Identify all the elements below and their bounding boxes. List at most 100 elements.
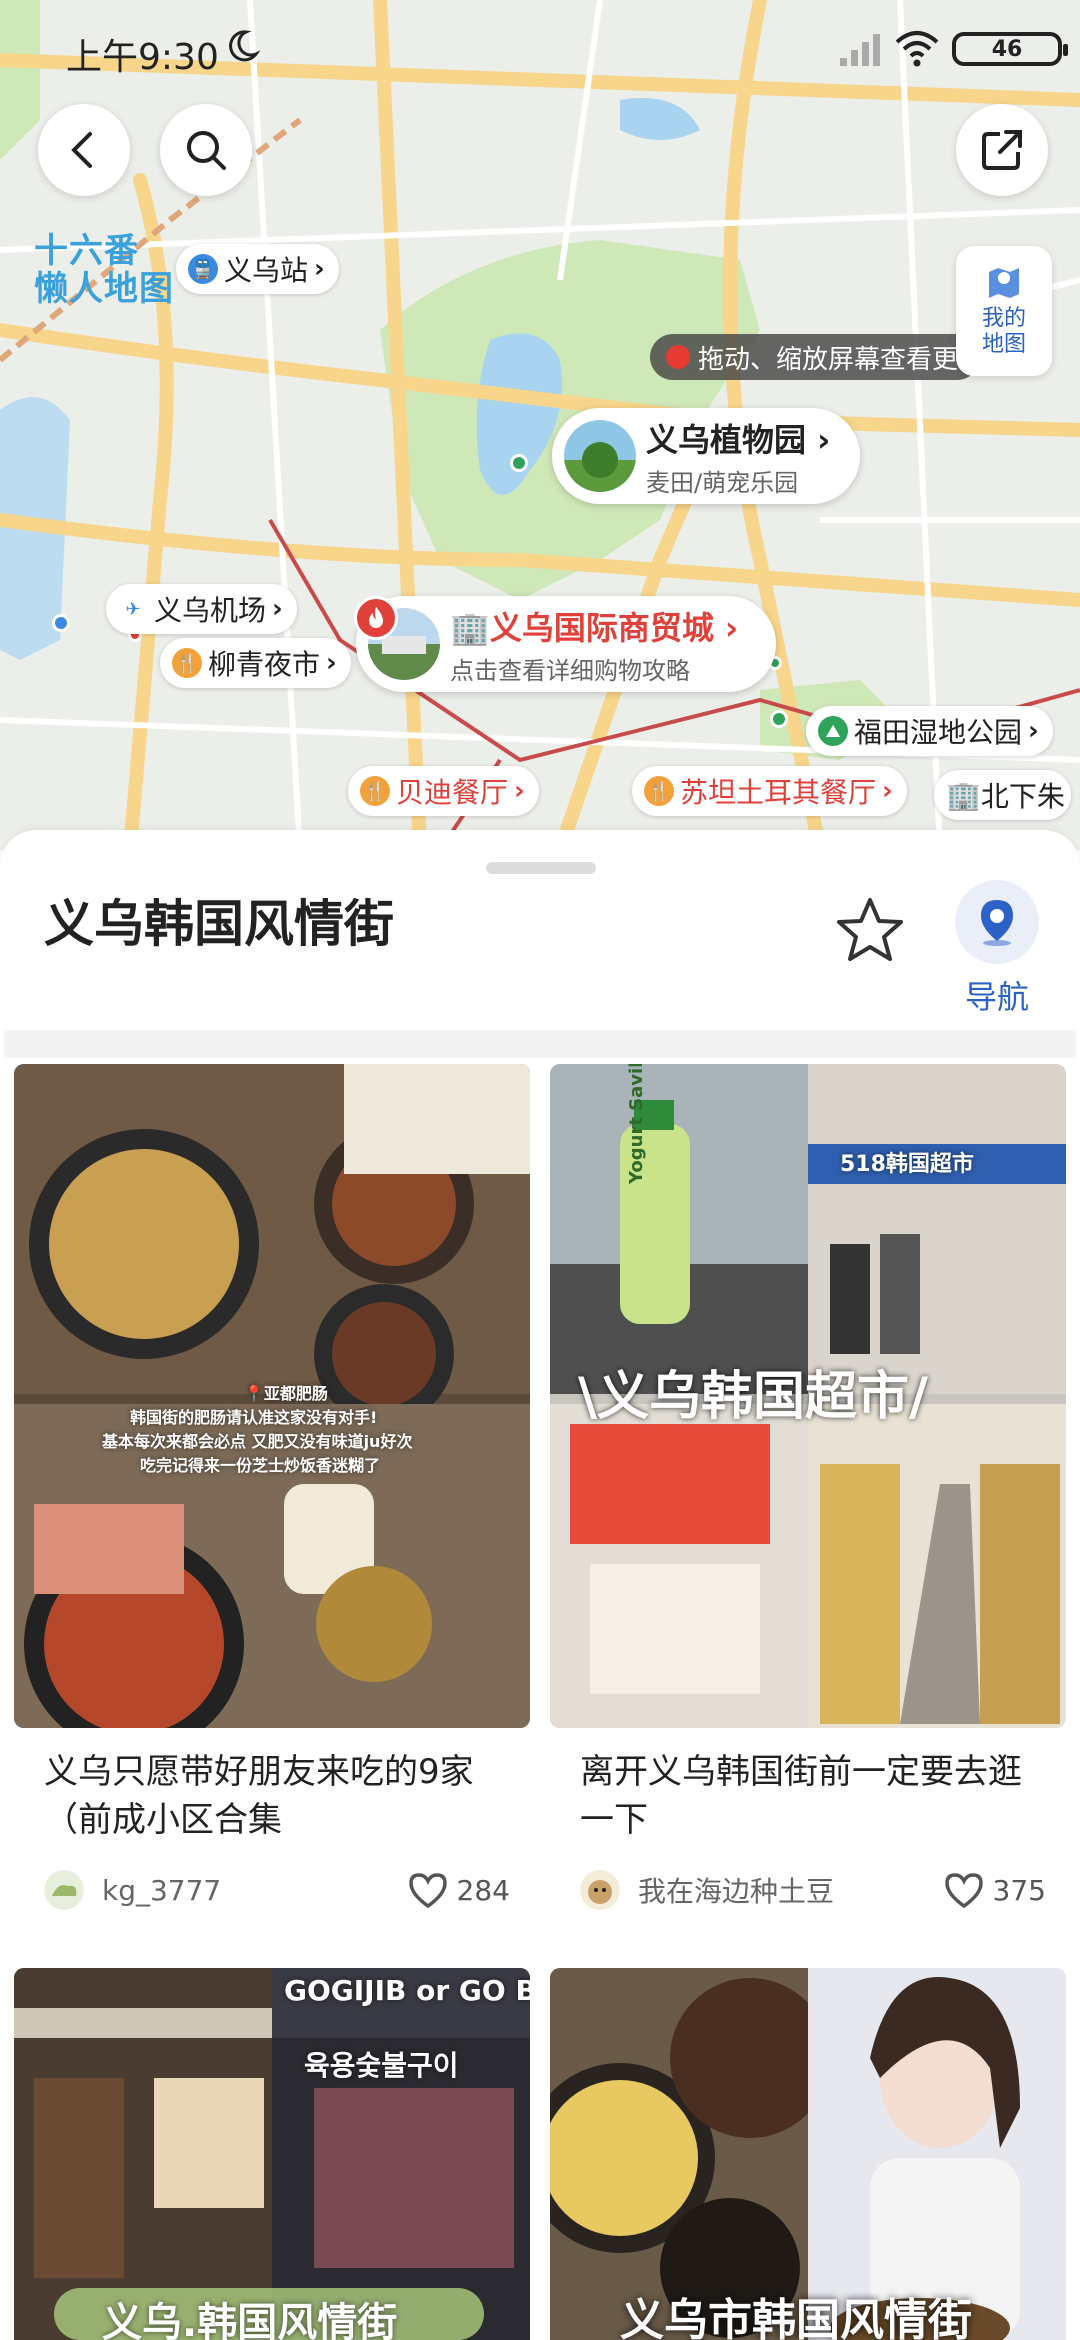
post-image: GOGIJIB or GO BB 육용숯불구이 义乌.韩国风情街 <box>14 1968 530 2340</box>
map-dot <box>510 454 528 472</box>
post-card[interactable]: 义乌市韩国风情街 <box>550 1968 1066 2340</box>
post-image: 📍亚都肥肠 韩国街的肥肠请认准这家没有对手! 基本每次来都会必点 又肥又没有味道… <box>14 1064 530 1728</box>
chevron-right-icon: › <box>326 648 337 678</box>
food-icon: 🍴 <box>172 648 202 678</box>
chevron-right-icon: › <box>272 594 283 624</box>
record-dot-icon <box>666 345 690 369</box>
search-button[interactable] <box>160 104 252 196</box>
pin-sudan-turkish-restaurant[interactable]: 🍴 苏坦土耳其餐厅 › <box>632 766 907 816</box>
poi-card-botanical-garden[interactable]: 义乌植物园 › 麦田/萌宠乐园 <box>552 408 860 504</box>
post-meta: 我在海边种土豆 375 <box>580 1866 1046 1914</box>
like-button[interactable]: 284 <box>407 1871 510 1909</box>
overlay-title: 义乌市韩国风情街 <box>620 2295 972 2340</box>
overlay-line: 韩国街的肥肠请认准这家没有对手! <box>130 1408 378 1427</box>
status-bar: 上午9:30 46 <box>0 0 1080 100</box>
pin-beixiazhu[interactable]: 🏢 北下朱 <box>934 770 1071 820</box>
trade-subtitle: 点击查看详细购物攻略 <box>450 656 690 685</box>
like-count: 375 <box>992 1873 1046 1907</box>
map-tip: 拖动、缩放屏幕查看更 <box>650 334 980 380</box>
avatar[interactable] <box>580 1870 620 1910</box>
battery-indicator: 46 <box>952 32 1068 66</box>
place-title: 义乌韩国风情街 <box>44 895 394 953</box>
signal-icon <box>840 34 880 66</box>
building-icon: 🏢 <box>450 608 490 647</box>
pin-label-text: 苏坦土耳其餐厅 <box>680 776 877 809</box>
share-button[interactable] <box>956 104 1048 196</box>
moon-icon <box>229 30 261 62</box>
overlay-line: 📍亚都肥肠 <box>244 1384 328 1403</box>
trade-title: 义乌国际商贸城 <box>489 608 714 647</box>
pin-label-text: 义乌机场 <box>154 594 267 627</box>
author-name[interactable]: 我在海边种土豆 <box>638 1870 943 1910</box>
map-dot <box>52 614 70 632</box>
heart-icon <box>408 1873 447 1909</box>
author-name[interactable]: kg_3777 <box>102 1874 407 1907</box>
building-icon: 🏢 <box>946 778 981 812</box>
back-button[interactable] <box>38 104 130 196</box>
tip-text: 拖动、缩放屏幕查看更 <box>698 344 959 375</box>
post-card[interactable]: GOGIJIB or GO BB 육용숯불구이 义乌.韩国风情街 <box>14 1968 530 2340</box>
logo-line-1: 十六番 <box>34 231 139 271</box>
pin-label-text: 北下朱 <box>980 780 1065 813</box>
navigate-circle <box>955 880 1039 964</box>
overlay-line: 基本每次来都会必点 又肥又没有味道ju好次 <box>102 1432 413 1451</box>
map-logo: 十六番 懒人地图 <box>34 232 174 308</box>
heart-icon <box>944 1873 983 1909</box>
navigate-icon <box>981 900 1013 946</box>
pin-yiwu-station[interactable]: 🚆 义乌站 › <box>176 244 339 294</box>
chevron-right-icon: › <box>882 776 893 806</box>
screen: 上午9:30 46 我的地图 十六番 懒人地图 🚆 义乌站 › 拖动、缩放屏幕查… <box>0 0 1080 2340</box>
section-divider <box>4 1030 1076 1058</box>
post-image: 义乌市韩国风情街 <box>550 1968 1066 2340</box>
post-card[interactable]: 518韩国超市 Yogurt Savila \义乌韩国超市/ 离开义乌韩国街前一… <box>550 1064 1066 1914</box>
overlay-line: 吃完记得来一份芝士炒饭香迷糊了 <box>140 1456 381 1475</box>
poi-card-trade-city[interactable]: 🏢义乌国际商贸城 › 点击查看详细购物攻略 <box>356 596 776 692</box>
my-map-button[interactable]: 我的地图 <box>956 246 1052 376</box>
hot-badge-icon <box>354 596 398 640</box>
post-title: 义乌只愿带好朋友来吃的9家（前成小区合集 <box>44 1752 474 1840</box>
pin-label-text: 柳青夜市 <box>208 648 321 681</box>
garden-thumbnail <box>564 420 636 492</box>
map-view[interactable]: 上午9:30 46 我的地图 十六番 懒人地图 🚆 义乌站 › 拖动、缩放屏幕查… <box>0 0 1080 850</box>
restaurant-sign: GOGIJIB or GO BB <box>284 1974 530 2007</box>
restaurant-sign-korean: 육용숯불구이 <box>304 2049 459 2082</box>
pin-liuqing-night-market[interactable]: 🍴 柳青夜市 › <box>160 638 351 688</box>
pin-yiwu-airport[interactable]: ✈ 义乌机场 › <box>106 584 297 634</box>
chevron-right-icon: › <box>1028 716 1039 746</box>
post-meta: kg_3777 284 <box>44 1866 510 1914</box>
food-icon: 🍴 <box>644 776 674 806</box>
chevron-right-icon: › <box>514 776 525 806</box>
park-icon: ⛰ <box>818 716 848 746</box>
navigate-button[interactable]: 导航 <box>952 880 1042 1030</box>
status-time: 上午9:30 <box>66 37 219 78</box>
post-title: 离开义乌韩国街前一定要去逛一下 <box>580 1752 1022 1840</box>
like-button[interactable]: 375 <box>943 1871 1046 1909</box>
navigate-label: 导航 <box>964 978 1029 1016</box>
logo-line-2: 懒人地图 <box>34 269 174 309</box>
garden-title: 义乌植物园 <box>646 420 807 459</box>
search-icon <box>187 131 226 170</box>
favorite-button[interactable] <box>832 892 908 968</box>
post-card[interactable]: 📍亚都肥肠 韩国街的肥肠请认准这家没有对手! 基本每次来都会必点 又肥又没有味道… <box>14 1064 530 1914</box>
sheet-grabber[interactable] <box>486 862 596 874</box>
wifi-icon <box>895 31 939 67</box>
avatar[interactable] <box>44 1870 84 1910</box>
my-map-label: 我的地图 <box>981 306 1026 357</box>
bottle-text: Yogurt Savila <box>626 1064 647 1184</box>
share-icon <box>982 130 1022 170</box>
pin-beidi-restaurant[interactable]: 🍴 贝迪餐厅 › <box>348 766 539 816</box>
back-icon <box>71 132 92 168</box>
pin-label-text: 义乌站 <box>224 254 309 287</box>
place-sheet: 义乌韩国风情街 导航 📍亚都肥肠 韩国街的肥肠请认准这家没有对手! 基本每次来都… <box>0 830 1080 2340</box>
like-count: 284 <box>456 1873 510 1907</box>
pin-label-text: 贝迪餐厅 <box>396 776 509 809</box>
food-icon: 🍴 <box>360 776 390 806</box>
shop-sign: 518韩国超市 <box>840 1152 974 1177</box>
overlay-title: \义乌韩国超市/ <box>578 1367 928 1427</box>
chevron-right-icon: › <box>314 254 325 284</box>
pin-futian-wetland[interactable]: ⛰ 福田湿地公园 › <box>806 706 1053 756</box>
star-icon <box>837 898 903 961</box>
overlay-title: 义乌.韩国风情街 <box>102 2300 398 2340</box>
train-icon: 🚆 <box>188 254 218 284</box>
plane-icon: ✈ <box>118 594 148 624</box>
